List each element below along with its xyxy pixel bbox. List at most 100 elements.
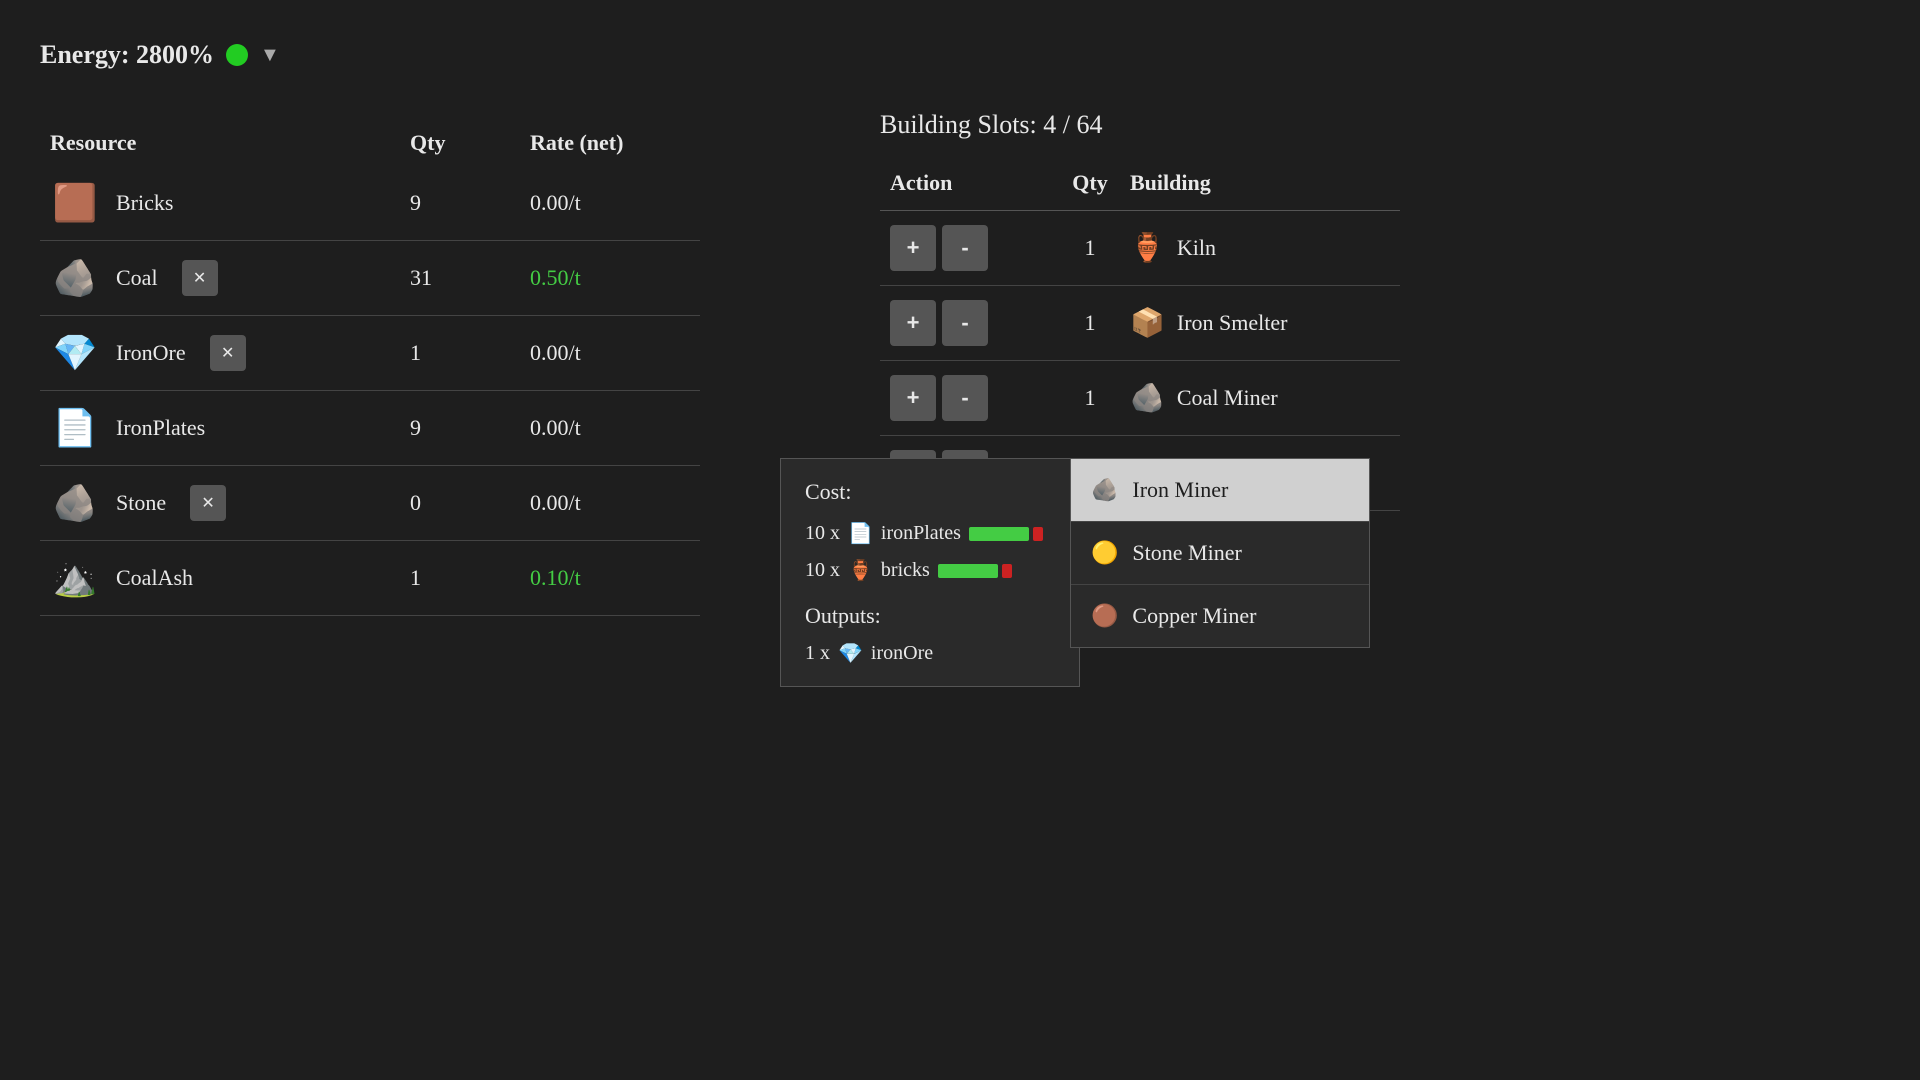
- iron-smelter-remove-button[interactable]: -: [942, 300, 988, 346]
- cost-row-bricks: 10 x 🏺 bricks: [805, 558, 1055, 583]
- energy-dropdown-arrow[interactable]: ▼: [260, 44, 280, 67]
- list-item: + - 1 🏺 Kiln: [880, 211, 1400, 286]
- ironplates-cost-amount: 10 x: [805, 522, 840, 545]
- resource-ironore: 💎 IronOre ✕: [50, 332, 410, 374]
- bricks-cost-name: bricks: [881, 559, 930, 582]
- ironplates-cost-name: ironPlates: [881, 522, 961, 545]
- coalash-rate: 0.10/t: [530, 565, 690, 591]
- stone-miner-icon: 🟡: [1091, 540, 1118, 566]
- bricks-cost-bar: [938, 564, 998, 578]
- iron-miner-icon: 🪨: [1091, 477, 1118, 503]
- resource-coal: 🪨 Coal ✕: [50, 257, 410, 299]
- coal-miner-name: 🪨 Coal Miner: [1130, 381, 1390, 415]
- coal-icon: 🪨: [50, 257, 100, 299]
- kiln-name: 🏺 Kiln: [1130, 231, 1390, 265]
- resource-panel: Resource Qty Rate (net) 🟫 Bricks 9 0.00/…: [40, 130, 700, 616]
- cost-row-ironplates: 10 x 📄 ironPlates: [805, 521, 1055, 546]
- building-table-header: Action Qty Building: [880, 170, 1400, 211]
- resource-table-header: Resource Qty Rate (net): [40, 130, 700, 166]
- coal-rate: 0.50/t: [530, 265, 690, 291]
- resource-coalash: ⛰️ CoalAsh: [50, 557, 410, 599]
- iron-smelter-icon: 📦: [1130, 306, 1165, 340]
- coal-qty: 31: [410, 265, 530, 291]
- table-row: ⛰️ CoalAsh 1 0.10/t: [40, 541, 700, 616]
- ironplates-qty: 9: [410, 415, 530, 441]
- bricks-icon: 🟫: [50, 182, 100, 224]
- col-qty: Qty: [410, 130, 530, 156]
- col-building-qty: Qty: [1050, 170, 1130, 196]
- ironore-output-name: ironOre: [871, 642, 933, 665]
- ironore-output-amount: 1 x: [805, 642, 830, 665]
- list-item: + - 1 📦 Iron Smelter: [880, 286, 1400, 361]
- table-row: 📄 IronPlates 9 0.00/t: [40, 391, 700, 466]
- coalash-qty: 1: [410, 565, 530, 591]
- resource-name-text: CoalAsh: [116, 565, 193, 591]
- stone-rate: 0.00/t: [530, 490, 690, 516]
- ironore-cancel-button[interactable]: ✕: [210, 335, 246, 371]
- coal-miner-remove-button[interactable]: -: [942, 375, 988, 421]
- coal-cancel-button[interactable]: ✕: [182, 260, 218, 296]
- coal-miner-qty: 1: [1050, 385, 1130, 411]
- resource-name-text: IronOre: [116, 340, 186, 366]
- coal-miner-icon: 🪨: [1130, 381, 1165, 415]
- ironplates-icon: 📄: [50, 407, 100, 449]
- stone-cancel-button[interactable]: ✕: [190, 485, 226, 521]
- table-row: 💎 IronOre ✕ 1 0.00/t: [40, 316, 700, 391]
- building-panel: Building Slots: 4 / 64 Action Qty Buildi…: [880, 110, 1400, 511]
- table-row: 🪨 Stone ✕ 0 0.00/t: [40, 466, 700, 541]
- bricks-cost-bar-deficit: [1002, 564, 1012, 578]
- kiln-actions: + -: [890, 225, 1050, 271]
- dropdown-item-copper-miner[interactable]: 🟤 Copper Miner: [1071, 585, 1369, 647]
- dropdown-item-stone-miner[interactable]: 🟡 Stone Miner: [1071, 522, 1369, 585]
- coal-miner-actions: + -: [890, 375, 1050, 421]
- resource-bricks: 🟫 Bricks: [50, 182, 410, 224]
- ironplates-cost-bar: [969, 527, 1029, 541]
- cost-title: Cost:: [805, 479, 1055, 505]
- iron-smelter-qty: 1: [1050, 310, 1130, 336]
- building-type-dropdown: 🪨 Iron Miner 🟡 Stone Miner 🟤 Copper Mine…: [1070, 458, 1370, 648]
- bricks-qty: 9: [410, 190, 530, 216]
- kiln-remove-button[interactable]: -: [942, 225, 988, 271]
- table-row: 🟫 Bricks 9 0.00/t: [40, 166, 700, 241]
- ironore-qty: 1: [410, 340, 530, 366]
- col-building: Building: [1130, 170, 1390, 196]
- coal-miner-add-button[interactable]: +: [890, 375, 936, 421]
- ironore-icon: 💎: [50, 332, 100, 374]
- resource-name-text: IronPlates: [116, 415, 205, 441]
- ironore-rate: 0.00/t: [530, 340, 690, 366]
- col-resource: Resource: [50, 130, 410, 156]
- col-action: Action: [890, 170, 1050, 196]
- iron-smelter-actions: + -: [890, 300, 1050, 346]
- list-item: + - 1 🪨 Coal Miner: [880, 361, 1400, 436]
- resource-ironplates: 📄 IronPlates: [50, 407, 410, 449]
- energy-status-dot: [226, 44, 248, 66]
- bricks-rate: 0.00/t: [530, 190, 690, 216]
- outputs-title: Outputs:: [805, 603, 1055, 629]
- bricks-cost-amount: 10 x: [805, 559, 840, 582]
- ironplates-rate: 0.00/t: [530, 415, 690, 441]
- copper-miner-label: Copper Miner: [1132, 603, 1256, 629]
- kiln-add-button[interactable]: +: [890, 225, 936, 271]
- copper-miner-icon: 🟤: [1091, 603, 1118, 629]
- resource-name-text: Bricks: [116, 190, 173, 216]
- stone-qty: 0: [410, 490, 530, 516]
- col-rate: Rate (net): [530, 130, 690, 156]
- bricks-cost-icon: 🏺: [848, 558, 873, 583]
- kiln-icon: 🏺: [1130, 231, 1165, 265]
- ironplates-cost-bar-deficit: [1033, 527, 1043, 541]
- iron-smelter-add-button[interactable]: +: [890, 300, 936, 346]
- stone-icon: 🪨: [50, 482, 100, 524]
- dropdown-item-iron-miner[interactable]: 🪨 Iron Miner: [1071, 459, 1369, 522]
- kiln-qty: 1: [1050, 235, 1130, 261]
- coalash-icon: ⛰️: [50, 557, 100, 599]
- iron-smelter-name: 📦 Iron Smelter: [1130, 306, 1390, 340]
- resource-name-text: Stone: [116, 490, 166, 516]
- header: Energy: 2800% ▼: [40, 40, 280, 70]
- stone-miner-label: Stone Miner: [1132, 540, 1241, 566]
- building-slots-title: Building Slots: 4 / 64: [880, 110, 1400, 140]
- output-row-ironore: 1 x 💎 ironOre: [805, 641, 1055, 666]
- ironore-output-icon: 💎: [838, 641, 863, 666]
- table-row: 🪨 Coal ✕ 31 0.50/t: [40, 241, 700, 316]
- cost-panel: Cost: 10 x 📄 ironPlates 10 x 🏺 bricks Ou…: [780, 458, 1080, 687]
- energy-label: Energy: 2800%: [40, 40, 214, 70]
